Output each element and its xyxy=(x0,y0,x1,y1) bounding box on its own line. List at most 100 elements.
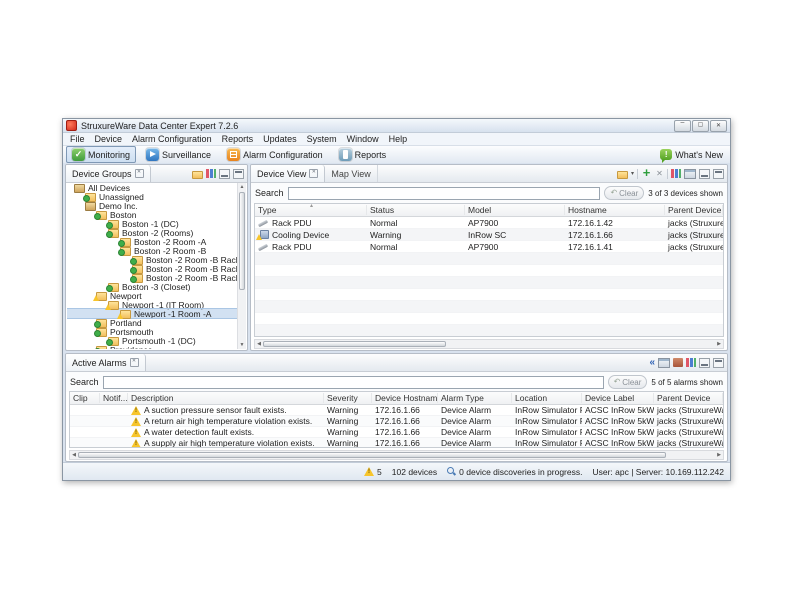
column-header-model[interactable]: Model xyxy=(465,205,565,215)
scroll-left-icon[interactable]: ◀ xyxy=(70,452,78,458)
chevron-down-icon[interactable]: ▾ xyxy=(631,171,634,177)
tab-close-icon[interactable] xyxy=(130,358,139,367)
group-chart-icon[interactable] xyxy=(206,169,216,178)
column-header-location[interactable]: Location xyxy=(512,393,582,403)
panel-minimize-icon[interactable] xyxy=(699,358,710,368)
column-header-parent-device[interactable]: Parent Device xyxy=(654,393,723,403)
scroll-left-icon[interactable]: ◀ xyxy=(255,341,263,347)
tree-item[interactable]: Demo Inc. xyxy=(67,201,238,210)
scroll-up-icon[interactable]: ▲ xyxy=(238,183,246,191)
device-clear-button[interactable]: ↶ Clear xyxy=(604,186,644,200)
panel-maximize-icon[interactable] xyxy=(713,358,724,368)
scrollbar-thumb[interactable] xyxy=(78,452,666,458)
tab-device-view[interactable]: Device View xyxy=(251,165,325,182)
close-button[interactable] xyxy=(710,120,727,132)
tab-map-view[interactable]: Map View xyxy=(325,165,377,182)
tree-item[interactable]: Boston -3 (Closet) xyxy=(67,282,238,291)
folder-ok-icon xyxy=(107,282,119,291)
grid-icon[interactable] xyxy=(658,358,670,368)
table-row[interactable]: A supply air high temperature violation … xyxy=(70,438,723,448)
warning-icon xyxy=(131,406,141,415)
scroll-right-icon[interactable]: ▶ xyxy=(715,452,723,458)
column-header-severity[interactable]: Severity xyxy=(324,393,372,403)
alarm-search-input[interactable] xyxy=(103,376,604,389)
device-search-input[interactable] xyxy=(288,187,601,200)
menu-window[interactable]: Window xyxy=(342,134,384,144)
export-icon[interactable] xyxy=(617,170,628,178)
alarm-search-row: Search ↶ Clear 5 of 5 alarms shown xyxy=(66,372,727,392)
alarm-horizontal-scrollbar[interactable]: ◀ ▶ xyxy=(69,450,724,460)
menu-reports[interactable]: Reports xyxy=(217,134,259,144)
scroll-right-icon[interactable]: ▶ xyxy=(715,341,723,347)
alarm-clear-button[interactable]: ↶ Clear xyxy=(608,375,648,389)
menu-updates[interactable]: Updates xyxy=(258,134,302,144)
chart-icon[interactable] xyxy=(686,358,696,367)
table-row-empty xyxy=(255,265,723,277)
surveillance-button[interactable]: Surveillance xyxy=(140,146,217,163)
scrollbar-thumb[interactable] xyxy=(263,341,446,347)
panel-minimize-icon[interactable] xyxy=(699,169,710,179)
toolbar-separator xyxy=(667,169,668,179)
tree-item[interactable]: Providence xyxy=(67,345,238,349)
column-header-hostname[interactable]: Hostname xyxy=(565,205,665,215)
table-row[interactable]: A return air high temperature violation … xyxy=(70,416,723,427)
column-header-device-hostname[interactable]: Device Hostname xyxy=(372,393,438,403)
tab-close-icon[interactable] xyxy=(309,169,318,178)
cell-type: Rack PDU xyxy=(272,218,312,228)
tree-item-selected[interactable]: Newport -1 Room -A xyxy=(67,309,238,318)
table-row[interactable]: Cooling Device Warning InRow SC 172.16.1… xyxy=(255,229,723,241)
column-header-alarm-type[interactable]: Alarm Type xyxy=(438,393,512,403)
panel-minimize-icon[interactable] xyxy=(219,169,230,179)
menu-system[interactable]: System xyxy=(302,134,342,144)
reports-button[interactable]: Reports xyxy=(333,146,393,163)
cell-device-label: ACSC InRow 5kW(172.16... xyxy=(582,438,654,448)
chart-icon[interactable] xyxy=(671,169,681,178)
tab-active-alarms[interactable]: Active Alarms xyxy=(66,354,146,371)
minimize-button[interactable] xyxy=(674,120,691,132)
column-header-notification[interactable]: Notif... xyxy=(100,393,128,403)
column-header-description[interactable]: Description xyxy=(128,393,324,403)
column-header-clip[interactable]: Clip xyxy=(70,393,100,403)
scrollbar-thumb[interactable] xyxy=(239,192,245,290)
tab-close-icon[interactable] xyxy=(135,169,144,178)
tree-item[interactable]: All Devices xyxy=(67,183,238,192)
device-table: Type ▴ Status Model Hostname Parent Devi… xyxy=(254,203,724,337)
column-header-parent-device[interactable]: Parent Device xyxy=(665,205,723,215)
scroll-down-icon[interactable]: ▼ xyxy=(238,341,246,349)
cell-hostname: 172.16.1.42 xyxy=(565,218,665,228)
tree-item[interactable]: Unassigned xyxy=(67,192,238,201)
panel-maximize-icon[interactable] xyxy=(233,169,244,179)
discovery-label: 0 device discoveries in progress. xyxy=(459,467,582,477)
title-bar[interactable]: StruxureWare Data Center Expert 7.2.6 xyxy=(63,119,730,133)
devices-icon[interactable] xyxy=(673,358,683,367)
column-header-status[interactable]: Status xyxy=(367,205,465,215)
whats-new-button[interactable]: What's New xyxy=(660,149,727,160)
alarm-configuration-button[interactable]: Alarm Configuration xyxy=(221,146,329,163)
table-icon[interactable] xyxy=(684,169,696,179)
menu-help[interactable]: Help xyxy=(384,134,413,144)
monitoring-button[interactable]: Monitoring xyxy=(66,146,136,163)
menu-device[interactable]: Device xyxy=(90,134,128,144)
folder-ok-icon xyxy=(95,327,107,336)
table-row[interactable]: A suction pressure sensor fault exists. … xyxy=(70,405,723,416)
panel-maximize-icon[interactable] xyxy=(713,169,724,179)
tab-device-groups[interactable]: Device Groups xyxy=(66,165,151,182)
add-device-icon[interactable] xyxy=(641,168,652,179)
search-label: Search xyxy=(255,188,284,198)
table-row[interactable]: Rack PDU Normal AP7900 172.16.1.42 jacks… xyxy=(255,217,723,229)
delete-device-icon[interactable] xyxy=(655,169,664,178)
menu-file[interactable]: File xyxy=(65,134,90,144)
menu-alarm-configuration[interactable]: Alarm Configuration xyxy=(127,134,217,144)
app-window: StruxureWare Data Center Expert 7.2.6 Fi… xyxy=(62,118,731,481)
maximize-button[interactable] xyxy=(692,120,709,132)
table-row[interactable]: A water detection fault exists. Warning … xyxy=(70,427,723,438)
column-header-device-label[interactable]: Device Label xyxy=(582,393,654,403)
tree-vertical-scrollbar[interactable]: ▲ ▼ xyxy=(237,183,246,349)
status-device-count: 102 devices xyxy=(392,467,437,477)
warning-icon xyxy=(131,417,141,426)
cell-parent-device: jacks (StruxureWare Data xyxy=(654,427,723,437)
collapse-all-icon[interactable]: « xyxy=(649,358,655,368)
table-row[interactable]: Rack PDU Normal AP7900 172.16.1.41 jacks… xyxy=(255,241,723,253)
device-horizontal-scrollbar[interactable]: ◀ ▶ xyxy=(254,339,724,349)
group-folder-icon[interactable] xyxy=(192,170,203,178)
